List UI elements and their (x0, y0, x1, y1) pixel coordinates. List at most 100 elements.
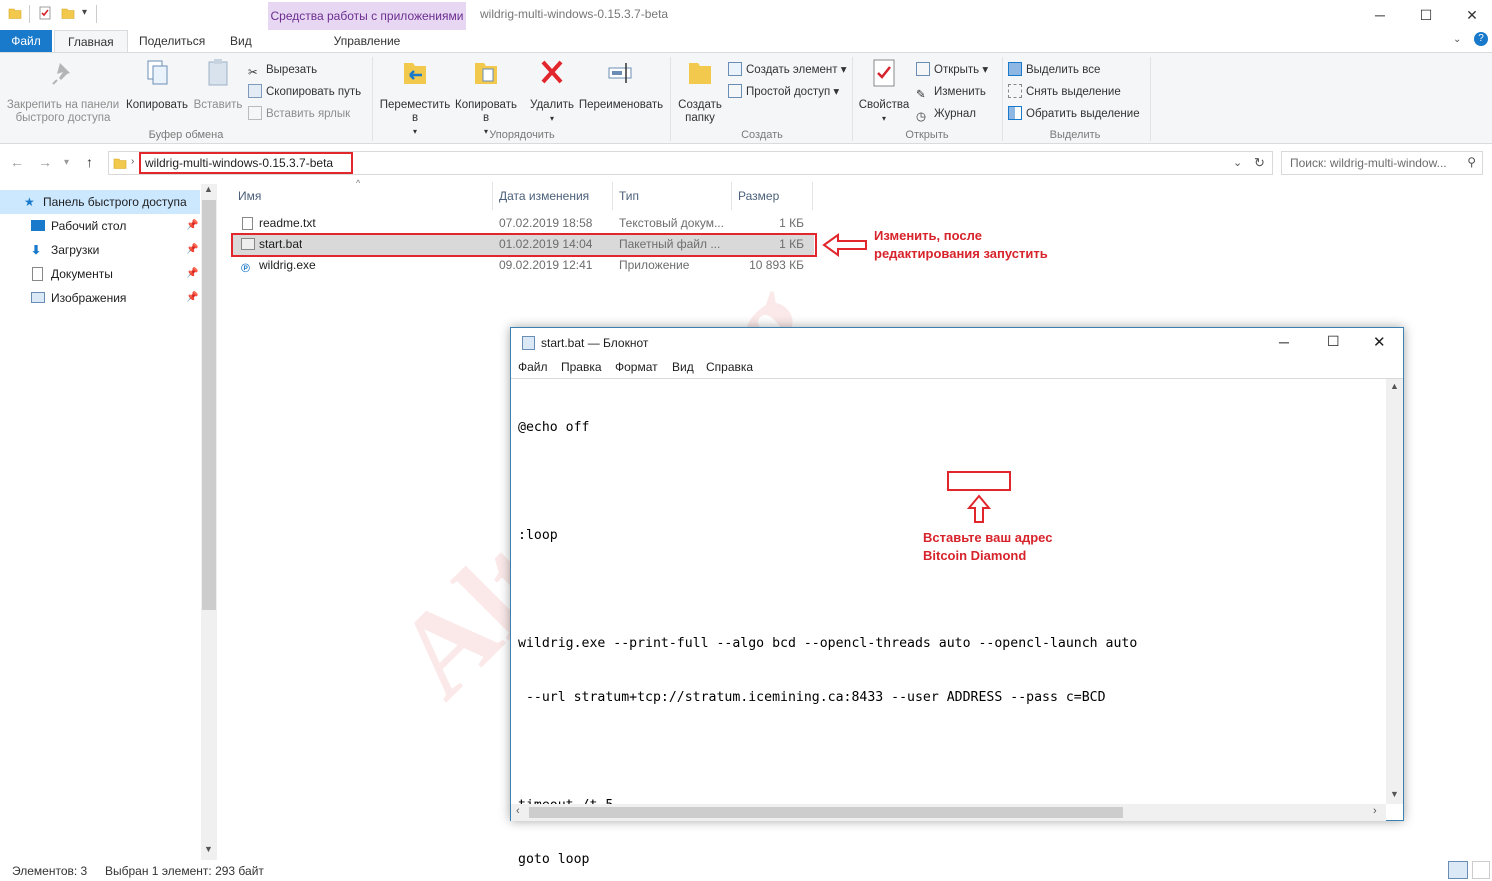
back-icon[interactable]: ← (10, 154, 24, 170)
history-button[interactable]: ◷ Журнал (916, 105, 976, 123)
sidebar-item-downloads[interactable]: ⬇ Загрузки 📌 (0, 238, 200, 262)
copy-path-label: Скопировать путь (266, 86, 362, 98)
sidebar-item-documents[interactable]: Документы 📌 (0, 262, 200, 286)
column-header-name[interactable]: Имя (238, 186, 261, 206)
column-separator[interactable] (812, 182, 813, 210)
notepad-vertical-scrollbar[interactable]: ▲ ▼ (1386, 379, 1403, 804)
new-item-button[interactable]: Создать элемент ▾ (728, 61, 847, 79)
column-header-size[interactable]: Размер (738, 186, 779, 206)
select-all-button[interactable]: Выделить все (1008, 61, 1100, 79)
menu-format[interactable]: Формат (615, 360, 658, 374)
pin-icon[interactable]: 📌 (186, 214, 198, 238)
tab-view[interactable]: Вид (217, 30, 265, 52)
maximize-button[interactable]: ☐ (1403, 0, 1449, 30)
sidebar-item-quick-access[interactable]: ★ Панель быстрого доступа (0, 190, 200, 214)
select-group-label: Выделить (1049, 129, 1101, 141)
left-arrow-icon (822, 233, 867, 257)
menu-edit[interactable]: Правка (561, 360, 602, 374)
notepad-title-bar: start.bat — Блокнот ─ ☐ ✕ (511, 328, 1403, 358)
column-separator[interactable] (492, 182, 493, 210)
folder-icon (113, 158, 127, 169)
column-separator[interactable] (612, 182, 613, 210)
scroll-up-icon[interactable]: ▲ (204, 184, 213, 194)
select-all-icon (1008, 62, 1022, 76)
notepad-title: start.bat — Блокнот (541, 336, 649, 350)
notepad-text-area[interactable]: @echo off ​ :loop ​ wildrig.exe --print-… (511, 378, 1403, 867)
address-highlight-box (947, 471, 1011, 491)
menu-help[interactable]: Справка (706, 360, 753, 374)
properties-icon[interactable] (38, 6, 52, 20)
easy-access-button[interactable]: Простой доступ ▾ (728, 83, 839, 101)
nav-scroll-thumb[interactable] (202, 200, 216, 610)
delete-button[interactable]: Удалить ▾ (528, 57, 576, 125)
paste-shortcut-button[interactable]: Вставить ярлык (248, 105, 350, 123)
file-row[interactable]: readme.txt 07.02.2019 18:58 Текстовый до… (232, 213, 814, 234)
sidebar-item-label: Изображения (51, 291, 127, 305)
ribbon-tabs: Файл Главная Поделиться Вид Управление ⌄… (0, 30, 1492, 52)
pin-button[interactable]: Закрепить на панели быстрого доступа (4, 57, 122, 125)
scroll-down-icon[interactable]: ▼ (204, 844, 213, 854)
paste-button[interactable]: Вставить (192, 57, 244, 112)
move-to-button[interactable]: Переместить в ▾ (378, 57, 452, 138)
rename-button[interactable]: Переименовать (578, 57, 664, 112)
file-size: 10 893 КБ (749, 258, 804, 272)
file-row[interactable]: ℗ wildrig.exe 09.02.2019 12:41 Приложени… (232, 255, 814, 276)
scroll-right-icon[interactable]: › (1373, 805, 1377, 817)
select-none-button[interactable]: Снять выделение (1008, 83, 1121, 101)
sidebar-item-pictures[interactable]: Изображения 📌 (0, 286, 200, 310)
tab-file[interactable]: Файл (0, 30, 52, 52)
open-button[interactable]: Открыть ▾ (916, 61, 988, 79)
paste-icon (208, 59, 228, 86)
refresh-icon[interactable]: ↻ (1254, 155, 1265, 171)
menu-view[interactable]: Вид (672, 360, 694, 374)
large-icons-view-icon[interactable] (1472, 861, 1490, 879)
column-header-date[interactable]: Дата изменения (499, 186, 589, 206)
close-button[interactable]: ✕ (1449, 0, 1492, 30)
tab-home[interactable]: Главная (54, 30, 128, 52)
scroll-up-icon[interactable]: ▲ (1390, 381, 1399, 391)
sidebar-item-desktop[interactable]: Рабочий стол 📌 (0, 214, 200, 238)
minimize-button[interactable]: ─ (1357, 0, 1403, 30)
copy-to-label: Копировать в (455, 99, 517, 124)
edit-button[interactable]: ✎ Изменить (916, 83, 986, 101)
menu-file[interactable]: Файл (518, 360, 548, 374)
application-icon: ℗ (241, 261, 250, 275)
address-dropdown-icon[interactable]: ⌄ (1233, 156, 1242, 169)
tab-share[interactable]: Поделиться (126, 30, 218, 52)
search-input[interactable]: Поиск: wildrig-multi-window... ⚲ (1281, 151, 1483, 175)
help-icon[interactable]: ? (1474, 32, 1488, 46)
recent-dropdown-icon[interactable]: ▾ (64, 157, 69, 168)
paste-shortcut-label: Вставить ярлык (266, 108, 351, 120)
invert-selection-button[interactable]: Обратить выделение (1008, 105, 1140, 123)
ribbon-expand-icon[interactable]: ⌄ (1453, 34, 1461, 45)
column-header-type[interactable]: Тип (619, 186, 639, 206)
copy-to-button[interactable]: Копировать в ▾ (452, 57, 520, 138)
pin-icon[interactable]: 📌 (186, 286, 198, 310)
new-folder-icon[interactable] (61, 6, 75, 20)
scroll-down-icon[interactable]: ▼ (1390, 789, 1399, 799)
notepad-scroll-thumb[interactable] (529, 807, 1123, 818)
open-label: Открыть (934, 64, 980, 76)
copy-path-button[interactable]: Скопировать путь (248, 83, 361, 101)
pin-icon[interactable]: 📌 (186, 262, 198, 286)
pictures-icon (31, 292, 45, 303)
tab-manage[interactable]: Управление (268, 30, 466, 52)
text-file-icon (242, 217, 253, 230)
copy-button[interactable]: Копировать (124, 57, 190, 112)
forward-icon[interactable]: → (38, 154, 52, 170)
minimize-button[interactable]: ─ (1279, 334, 1289, 350)
pin-icon[interactable]: 📌 (186, 238, 198, 262)
details-view-icon[interactable] (1448, 861, 1468, 879)
properties-button[interactable]: Свойства ▾ (858, 57, 910, 125)
new-folder-button[interactable]: Создать папку (676, 57, 724, 125)
scroll-left-icon[interactable]: ‹ (516, 805, 520, 817)
up-icon[interactable]: ↑ (86, 154, 93, 170)
qat-dropdown-icon[interactable]: ▾ (82, 7, 87, 18)
column-separator[interactable] (731, 182, 732, 210)
cut-button[interactable]: ✂ Вырезать (248, 61, 317, 79)
maximize-button[interactable]: ☐ (1327, 333, 1340, 350)
folder-icon[interactable] (8, 6, 22, 20)
text-line: wildrig.exe --print-full --algo bcd --op… (518, 636, 1138, 651)
edit-icon: ✎ (916, 89, 926, 101)
close-button[interactable]: ✕ (1373, 333, 1386, 351)
